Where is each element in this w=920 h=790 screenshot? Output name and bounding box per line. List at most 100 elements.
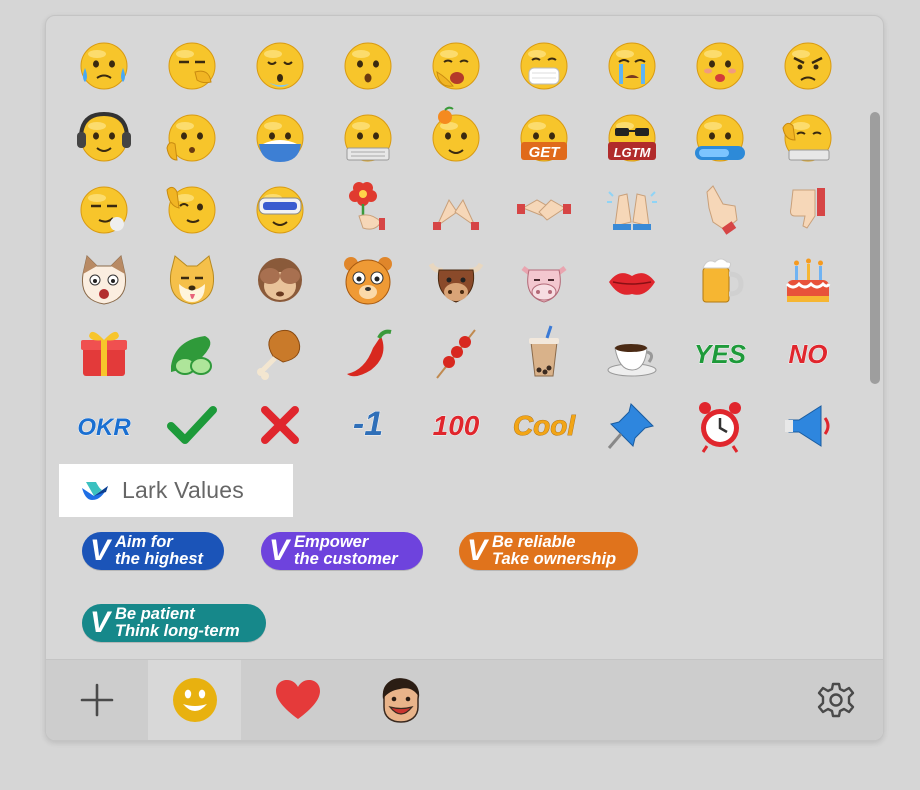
emoji-face-mask[interactable]: [500, 29, 588, 101]
emoji-hundred[interactable]: 100: [412, 389, 500, 461]
emoji-pushpin[interactable]: [588, 389, 676, 461]
emoji-on-it[interactable]: [676, 101, 764, 173]
scrollbar-thumb[interactable]: [870, 112, 880, 384]
emoji-eating-bowl[interactable]: [236, 101, 324, 173]
emoji-headphones[interactable]: [60, 101, 148, 173]
emoji-alarm-clock[interactable]: [676, 389, 764, 461]
emoji-bear[interactable]: [324, 245, 412, 317]
bear-icon: [344, 257, 392, 305]
gift-icon: [81, 331, 127, 376]
emoji-no[interactable]: NO: [764, 317, 852, 389]
emoji-flower-give[interactable]: [324, 173, 412, 245]
emoji-yawn[interactable]: [412, 29, 500, 101]
emoji-cake[interactable]: [764, 245, 852, 317]
emoji-smirk[interactable]: [60, 173, 148, 245]
emoji-drumstick[interactable]: [236, 317, 324, 389]
get-icon: GET: [520, 114, 568, 162]
emoji-skewer[interactable]: [412, 317, 500, 389]
emoji-applause[interactable]: [588, 173, 676, 245]
emoji-doge[interactable]: [148, 245, 236, 317]
emoji-beer[interactable]: [676, 245, 764, 317]
smirk-icon: [80, 186, 128, 234]
emoji-anxious-sweat[interactable]: [60, 29, 148, 101]
emoji-wink-thumbs[interactable]: [148, 173, 236, 245]
yes-icon: YES: [694, 339, 747, 370]
lark-values-section-header: Lark Values: [59, 464, 293, 517]
add-button[interactable]: [46, 660, 148, 740]
chili-pepper-icon: [347, 329, 392, 377]
lark-logo-icon: [82, 481, 108, 500]
value-line2: Take ownership: [492, 550, 617, 568]
value-letter: V: [269, 534, 290, 567]
anxious-sweat-icon: [80, 42, 128, 90]
emoji-cucumber[interactable]: [148, 317, 236, 389]
emoji-coffee[interactable]: [588, 317, 676, 389]
settings-button[interactable]: [806, 660, 866, 740]
emoji-crying[interactable]: [588, 29, 676, 101]
lips-icon: [609, 273, 655, 295]
minus-one-icon: -1: [352, 405, 383, 444]
typing-icon: [344, 114, 392, 162]
cucumber-icon: [171, 336, 212, 375]
emoji-lips[interactable]: [588, 245, 676, 317]
emoji-bull[interactable]: [412, 245, 500, 317]
emoji-sleepy-drool[interactable]: [236, 29, 324, 101]
value-sticker-empower-customer[interactable]: V Empower the customer: [261, 532, 423, 570]
emoji-bubble-tea[interactable]: [500, 317, 588, 389]
emoji-cow[interactable]: [500, 245, 588, 317]
drumstick-icon: [257, 329, 301, 380]
cross-mark-icon: [261, 406, 299, 444]
scrollbar[interactable]: [869, 112, 881, 384]
emoji-kiss-face[interactable]: [676, 29, 764, 101]
applause-icon: [607, 191, 657, 230]
heart-icon: [275, 680, 320, 719]
tab-emoji[interactable]: [148, 660, 241, 740]
emoji-facepalm[interactable]: [148, 29, 236, 101]
emoji-thumbs-keyboard[interactable]: [764, 101, 852, 173]
emoji-orange-on-head[interactable]: [412, 101, 500, 173]
emoji-cross-mark[interactable]: [236, 389, 324, 461]
emoji-scroll-area[interactable]: GET LGTM YES NO OKR -1 100 Cool Lark Values V A…: [46, 16, 883, 661]
svg-text:NO: NO: [789, 339, 828, 369]
emoji-check-mark[interactable]: [148, 389, 236, 461]
value-sticker-be-reliable[interactable]: V Be reliable Take ownership: [459, 532, 638, 570]
on-it-icon: [695, 114, 745, 162]
svg-text:Cool: Cool: [513, 410, 576, 441]
tab-favorites[interactable]: [251, 660, 344, 740]
emoji-thumbs-down[interactable]: [764, 173, 852, 245]
cow-icon: [521, 266, 567, 303]
emoji-vr-goggles[interactable]: [236, 173, 324, 245]
emoji-cool[interactable]: Cool: [500, 389, 588, 461]
emoji-pray[interactable]: [412, 173, 500, 245]
emoji-cat-face[interactable]: [60, 245, 148, 317]
yawn-icon: [432, 42, 480, 90]
emoji-okr[interactable]: OKR: [60, 389, 148, 461]
emoji-yes[interactable]: YES: [676, 317, 764, 389]
check-mark-icon: [167, 406, 217, 444]
emoji-angry[interactable]: [764, 29, 852, 101]
flower-give-icon: [349, 182, 385, 230]
emoji-minus-one[interactable]: -1: [324, 389, 412, 461]
lgtm-icon: LGTM: [608, 114, 656, 162]
svg-text:LGTM: LGTM: [614, 145, 652, 160]
emoji-gift[interactable]: [60, 317, 148, 389]
point-up-icon: [706, 185, 738, 235]
bull-icon: [428, 262, 484, 303]
emoji-astonished[interactable]: [324, 29, 412, 101]
astonished-icon: [344, 42, 392, 90]
emoji-lgtm[interactable]: LGTM: [588, 101, 676, 173]
svg-text:YES: YES: [694, 339, 747, 369]
section-title: Lark Values: [122, 477, 244, 503]
emoji-megaphone[interactable]: [764, 389, 852, 461]
emoji-typing[interactable]: [324, 101, 412, 173]
tab-custom-stickers[interactable]: [354, 660, 447, 740]
emoji-get[interactable]: GET: [500, 101, 588, 173]
emoji-see-no-evil-monkey[interactable]: [236, 245, 324, 317]
emoji-wave-hello[interactable]: [148, 101, 236, 173]
emoji-point-up[interactable]: [676, 173, 764, 245]
value-sticker-be-patient[interactable]: V Be patient Think long-term: [82, 604, 266, 642]
value-sticker-aim-high[interactable]: V Aim for the highest: [82, 532, 224, 570]
emoji-handshake[interactable]: [500, 173, 588, 245]
beer-icon: [702, 258, 744, 303]
emoji-chili-pepper[interactable]: [324, 317, 412, 389]
